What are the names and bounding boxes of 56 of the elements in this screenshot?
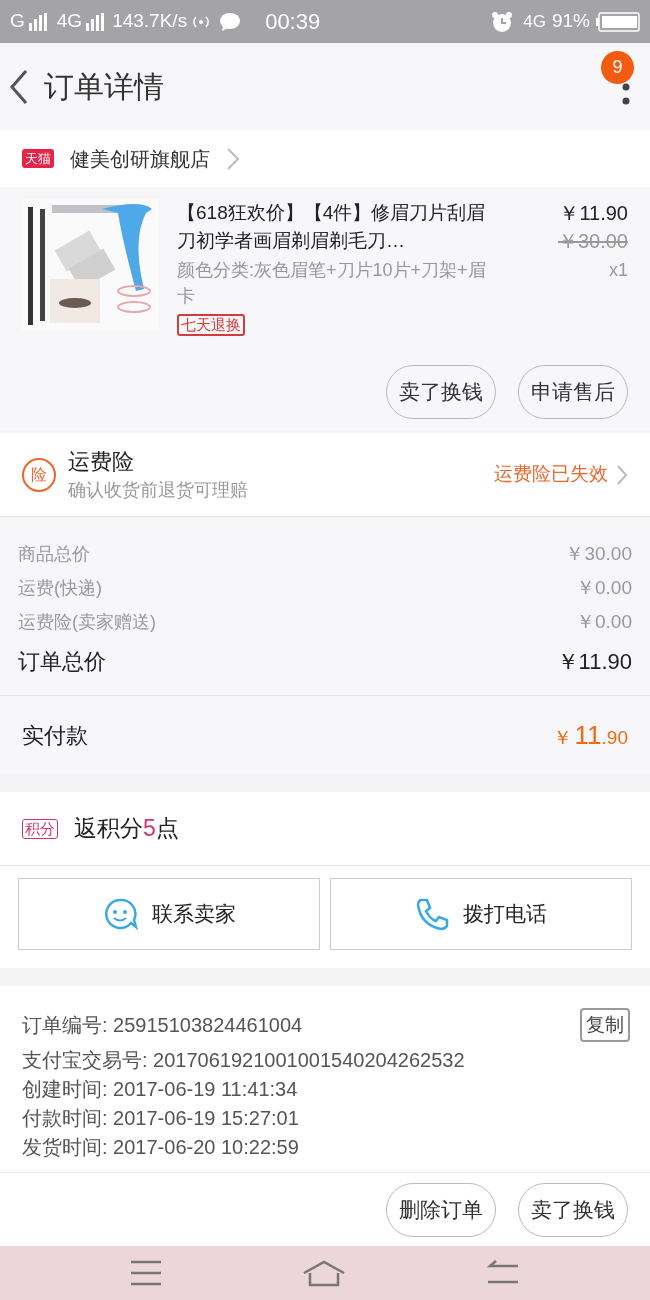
copy-button[interactable]: 复制 bbox=[580, 1008, 630, 1042]
original-price: ￥30.00 bbox=[557, 229, 628, 254]
summary-value: ￥0.00 bbox=[576, 575, 632, 600]
order-detail: 创建时间: 2017-06-19 11:41:34 bbox=[22, 1077, 298, 1102]
summary-value: ￥30.00 bbox=[565, 541, 632, 566]
summary-value: ￥0.00 bbox=[576, 609, 632, 634]
summary-label: 运费(快递) bbox=[18, 576, 102, 600]
speed-label: 143.7K/s bbox=[112, 9, 188, 34]
points-text: 返积分5点 bbox=[74, 814, 179, 844]
payment-amount: ￥11.90 bbox=[552, 718, 628, 752]
order-detail: 订单编号: 25915103824461004 bbox=[22, 1013, 303, 1038]
product-price: ￥11.90 bbox=[559, 201, 628, 226]
return-tag: 七天退换 bbox=[177, 314, 245, 336]
summary-value: ￥11.90 bbox=[556, 647, 632, 676]
chat-icon bbox=[102, 897, 138, 931]
insurance-status: 运费险已失效 bbox=[494, 462, 608, 487]
insurance-icon: 险 bbox=[22, 457, 56, 492]
notification-badge: 9 bbox=[601, 51, 634, 84]
quantity-label: x1 bbox=[609, 259, 628, 282]
order-detail: 付款时间: 2017-06-19 15:27:01 bbox=[22, 1106, 299, 1131]
points-tag: 积分 bbox=[22, 818, 58, 839]
payment-label: 实付款 bbox=[22, 721, 88, 750]
action-button[interactable]: 删除订单 bbox=[386, 1182, 496, 1237]
contact-button[interactable]: 拨打电话 bbox=[330, 878, 632, 950]
contact-button[interactable]: 联系卖家 bbox=[18, 878, 320, 950]
insurance-row[interactable]: 险 运费险 确认收货前退货可理赔 运费险已失效 bbox=[0, 433, 650, 517]
summary-label: 运费险(卖家赠送) bbox=[18, 610, 156, 634]
home-icon[interactable] bbox=[302, 1259, 346, 1287]
product-title[interactable]: 【618狂欢价】【4件】修眉刀片刮眉刀初学者画眉剃眉剃毛刀… bbox=[177, 199, 494, 255]
battery-percent: 91% bbox=[551, 9, 590, 34]
action-button[interactable]: 卖了换钱 bbox=[518, 1182, 628, 1237]
page-title: 订单详情 bbox=[44, 69, 164, 105]
network-label: 4G bbox=[56, 9, 83, 34]
insurance-title: 运费险 bbox=[68, 447, 135, 476]
clock-time: 00:39 bbox=[265, 8, 321, 36]
alarm-icon bbox=[491, 10, 514, 33]
insurance-subtitle: 确认收货前退货可理赔 bbox=[68, 478, 249, 502]
order-detail: 发货时间: 2017-06-20 10:22:59 bbox=[22, 1135, 299, 1160]
back-icon[interactable] bbox=[8, 68, 30, 105]
network-label: 4G bbox=[523, 10, 546, 33]
summary-label: 订单总价 bbox=[18, 647, 106, 676]
store-tag: 天猫 bbox=[22, 149, 54, 168]
product-variant: 颜色分类:灰色眉笔+刀片10片+刀架+眉卡 bbox=[177, 259, 487, 308]
message-icon bbox=[219, 11, 242, 32]
shop-name[interactable]: 健美创研旗舰店 bbox=[70, 143, 210, 174]
battery-icon bbox=[596, 11, 640, 32]
chevron-icon bbox=[616, 463, 628, 486]
signal-icon bbox=[86, 12, 105, 31]
summary-label: 商品总价 bbox=[18, 542, 90, 566]
order-detail: 支付宝交易号: 2017061921001001540204262532 bbox=[22, 1048, 465, 1073]
chevron-icon bbox=[226, 146, 240, 171]
network-label: G bbox=[10, 9, 25, 34]
phone-icon bbox=[415, 897, 449, 931]
menu-icon[interactable] bbox=[130, 1260, 162, 1286]
signal-icon bbox=[28, 12, 47, 31]
back-arrow-icon[interactable] bbox=[486, 1260, 520, 1286]
